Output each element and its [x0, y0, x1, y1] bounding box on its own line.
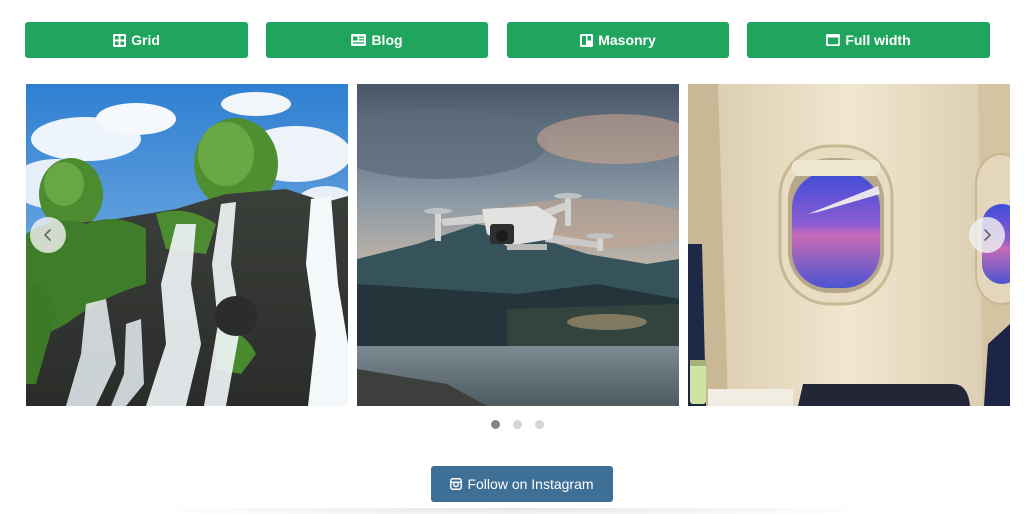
instagram-carousel: [26, 84, 1010, 406]
follow-button-label: Follow on Instagram: [467, 476, 594, 492]
next-slide-button[interactable]: [969, 217, 1005, 253]
airplane-window-photo[interactable]: [688, 84, 1010, 406]
chevron-right-icon: [981, 228, 993, 242]
full-width-layout-button[interactable]: Full width: [747, 22, 990, 58]
carousel-dot-3[interactable]: [535, 420, 544, 429]
carousel-dot-2[interactable]: [513, 420, 522, 429]
instagram-feed-widget: Grid Blog Masonry Full width Follow on I…: [0, 0, 1024, 514]
blog-layout-button[interactable]: Blog: [266, 22, 488, 58]
carousel-dot-1[interactable]: [491, 420, 500, 429]
grid-layout-button[interactable]: Grid: [25, 22, 248, 58]
waterfall-photo[interactable]: [26, 84, 348, 406]
blog-layout-label: Blog: [371, 32, 403, 48]
masonry-layout-button[interactable]: Masonry: [507, 22, 729, 58]
bottom-shadow-divider: [140, 508, 884, 514]
layout-tabs: Grid Blog Masonry Full width: [25, 22, 990, 58]
blog-card-icon: [351, 33, 367, 47]
instagram-icon: [450, 478, 463, 490]
previous-slide-button[interactable]: [30, 217, 66, 253]
chevron-left-icon: [42, 228, 54, 242]
follow-on-instagram-button[interactable]: Follow on Instagram: [431, 466, 613, 502]
masonry-icon: [580, 33, 594, 47]
drone-photo[interactable]: [357, 84, 679, 406]
grid-layout-label: Grid: [131, 32, 160, 48]
full-width-icon: [826, 33, 841, 47]
grid-icon: [113, 33, 127, 47]
full-width-layout-label: Full width: [845, 32, 911, 48]
masonry-layout-label: Masonry: [598, 32, 656, 48]
